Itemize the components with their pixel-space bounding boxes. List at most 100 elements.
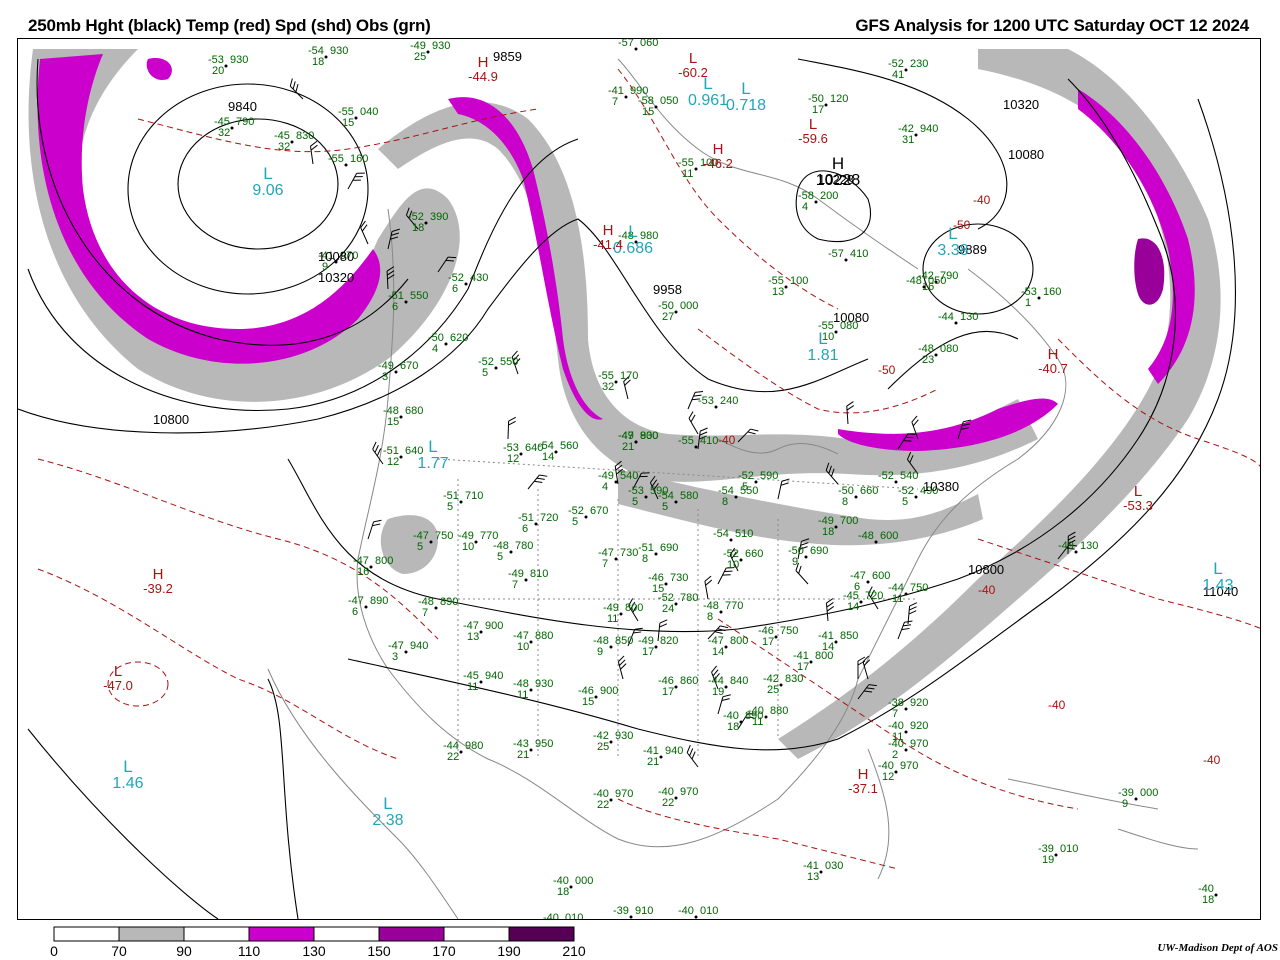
station-dot — [724, 685, 728, 689]
station-dot — [609, 740, 613, 744]
temperature-contour-label: -40 — [718, 433, 736, 447]
extremum-value: -59.6 — [798, 131, 828, 146]
low-center: L1.77 — [417, 437, 448, 472]
station-obs: -40 010 — [543, 912, 583, 919]
station-obs: -48 7805 — [493, 540, 533, 563]
station-obs: -50 6204 — [428, 332, 468, 355]
obs-height-value: 100 — [790, 275, 808, 287]
extremum-value: -41.4 — [593, 237, 623, 252]
station-obs: -52 5505 — [478, 356, 518, 379]
temperature-extremum: H-41.4 — [593, 222, 623, 252]
temperature-extremum: H-37.1 — [848, 766, 878, 796]
station-dot — [644, 495, 648, 499]
station-obs: -57 060 — [618, 39, 658, 51]
station-dot — [834, 330, 838, 334]
obs-height-value: 430 — [470, 272, 488, 284]
obs-height-value: 930 — [535, 678, 553, 690]
obs-dewpoint-depression: 5 — [417, 541, 423, 553]
station-obs: -48 68015 — [383, 405, 423, 428]
center-value: 1.43 — [1202, 577, 1233, 594]
station-dot — [674, 685, 678, 689]
station-dot — [479, 680, 483, 684]
station-dot — [659, 755, 663, 759]
obs-dewpoint-depression: 11 — [752, 716, 763, 728]
center-value: 9.06 — [252, 182, 283, 199]
obs-height-value: 230 — [910, 58, 928, 70]
station-dot — [426, 50, 430, 54]
obs-height-value: 910 — [635, 905, 653, 917]
obs-height-value: 780 — [680, 592, 698, 604]
obs-dewpoint-depression: 1 — [1025, 297, 1031, 309]
wind-barb — [367, 519, 382, 540]
obs-height-value: 940 — [410, 640, 428, 652]
obs-dewpoint-depression: 15 — [582, 696, 594, 708]
station-dot — [324, 55, 328, 59]
center-value: 0.961 — [688, 92, 728, 109]
obs-height-value: 120 — [830, 93, 848, 105]
obs-temperature: -49 — [1058, 540, 1074, 552]
station-obs: -44 84019 — [708, 675, 748, 698]
obs-height-value: 580 — [680, 490, 698, 502]
obs-dewpoint-depression: 5 — [447, 501, 453, 513]
station-dot — [624, 95, 628, 99]
weather-map: -53 93020-54 93018-49 93025-55 04015-45 79032… — [18, 39, 1260, 919]
station-obs: -40 010 — [678, 905, 718, 919]
station-dot — [509, 550, 513, 554]
obs-height-value: 730 — [670, 572, 688, 584]
station-obs: -4018 — [1198, 883, 1218, 906]
obs-dewpoint-depression: 21 — [647, 756, 659, 768]
station-dot — [594, 695, 598, 699]
obs-height-value: 880 — [770, 705, 788, 717]
obs-temperature: -39 — [613, 905, 629, 917]
obs-height-value: 410 — [700, 435, 718, 447]
obs-dewpoint-depression: 24 — [662, 603, 674, 615]
station-dot — [614, 380, 618, 384]
center-value: 3.38 — [937, 242, 968, 259]
obs-dewpoint-depression: 6 — [392, 301, 398, 313]
legend-bin — [183, 926, 250, 942]
height-contour-label: 10080 — [1008, 147, 1044, 162]
obs-height-value: 900 — [485, 620, 503, 632]
extremum-value: -40.7 — [1038, 361, 1068, 376]
station-dot — [904, 68, 908, 72]
obs-height-value: 590 — [760, 470, 778, 482]
station-obs: -45 72014 — [843, 590, 883, 613]
obs-height-value: 890 — [440, 596, 458, 608]
obs-dewpoint-depression: 17 — [812, 104, 824, 116]
center-letter: L — [1213, 559, 1222, 578]
temperature-extremum: H-46.2 — [703, 141, 733, 171]
legend-tick-label: 190 — [497, 943, 521, 959]
center-letter: L — [628, 222, 637, 241]
station-dot — [459, 500, 463, 504]
obs-height-value: 970 — [680, 786, 698, 798]
wind-barb — [897, 620, 913, 640]
station-dot — [434, 606, 438, 610]
obs-dewpoint-depression: 7 — [512, 579, 518, 591]
station-dot — [1134, 797, 1138, 801]
station-dot — [554, 450, 558, 454]
legend-tick-label: 0 — [50, 943, 58, 959]
station-obs: -40 97022 — [658, 786, 698, 809]
obs-dewpoint-depression: 15 — [387, 416, 399, 428]
obs-dewpoint-depression: 5 — [497, 551, 503, 563]
obs-height-value: 240 — [720, 395, 738, 407]
obs-dewpoint-depression: 32 — [278, 141, 290, 153]
obs-dewpoint-depression: 15 — [642, 106, 654, 118]
station-dot — [529, 748, 533, 752]
obs-dewpoint-depression: 18 — [822, 526, 834, 538]
station-dot — [824, 103, 828, 107]
obs-height-value: 690 — [660, 542, 678, 554]
station-obs: -45 79032 — [214, 116, 254, 139]
legend-bin — [53, 926, 120, 942]
obs-temperature: -57 — [828, 248, 844, 260]
obs-dewpoint-depression: 22 — [597, 799, 609, 811]
wind-barb — [617, 655, 627, 680]
station-dot — [874, 540, 878, 544]
obs-height-value: 750 — [910, 582, 928, 594]
station-dot — [629, 915, 633, 919]
obs-height-value: 010 — [1060, 843, 1078, 855]
obs-dewpoint-depression: 6 — [452, 283, 458, 295]
center-letter: L — [123, 757, 132, 776]
station-dot — [224, 64, 228, 68]
center-value: 0.718 — [726, 97, 766, 114]
